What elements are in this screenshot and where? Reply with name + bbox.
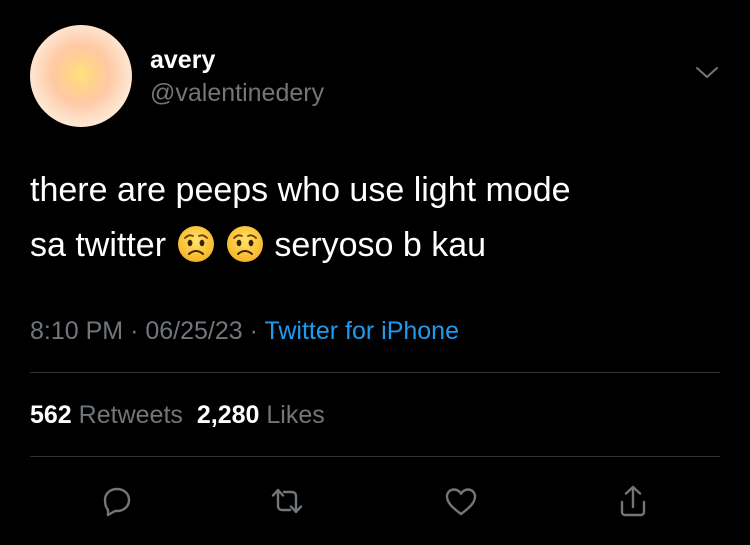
like-icon bbox=[445, 488, 477, 516]
worried-face-emoji bbox=[177, 226, 214, 263]
divider bbox=[30, 372, 720, 373]
tweet-meta: 8:10 PM · 06/25/23 · Twitter for iPhone bbox=[30, 314, 459, 348]
likes-label: Likes bbox=[266, 401, 325, 429]
share-icon bbox=[620, 485, 646, 517]
tweet-stats: 562 Retweets 2,280 Likes bbox=[30, 398, 325, 432]
tweet-line-2: sa twitter seryoso b kau bbox=[30, 218, 720, 273]
tweet-line-1: there are peeps who use light mode bbox=[30, 171, 571, 209]
divider bbox=[30, 456, 720, 457]
meta-separator: · bbox=[130, 317, 139, 345]
likes-count: 2,280 bbox=[196, 401, 260, 429]
worried-face-emoji bbox=[226, 226, 263, 263]
reply-icon bbox=[103, 487, 131, 517]
tweet-source-link[interactable]: Twitter for iPhone bbox=[264, 317, 459, 345]
reply-button[interactable] bbox=[94, 478, 140, 524]
likes-stat[interactable]: 2,280 Likes bbox=[197, 401, 325, 429]
display-name[interactable]: avery bbox=[150, 45, 324, 75]
retweets-stat[interactable]: 562 Retweets bbox=[30, 401, 183, 429]
tweet-actions bbox=[30, 478, 720, 524]
user-names: avery @valentinedery bbox=[150, 45, 324, 109]
avatar[interactable] bbox=[30, 25, 132, 127]
tweet-text: there are peeps who use light mode sa tw… bbox=[30, 163, 720, 273]
tweet-header: avery @valentinedery bbox=[30, 25, 720, 129]
like-button[interactable] bbox=[438, 478, 484, 524]
meta-separator: · bbox=[249, 317, 258, 345]
retweets-label: Retweets bbox=[78, 401, 183, 429]
retweets-count: 562 bbox=[30, 401, 72, 429]
tweet-time[interactable]: 8:10 PM bbox=[30, 317, 123, 345]
tweet-date[interactable]: 06/25/23 bbox=[145, 317, 242, 345]
user-handle[interactable]: @valentinedery bbox=[150, 77, 324, 109]
tweet-line-2-start: sa twitter bbox=[30, 226, 167, 264]
retweet-icon bbox=[271, 488, 303, 514]
chevron-down-icon[interactable] bbox=[694, 63, 720, 83]
share-button[interactable] bbox=[610, 478, 656, 524]
retweet-button[interactable] bbox=[264, 478, 310, 524]
tweet-line-2-end: seryoso b kau bbox=[274, 226, 487, 264]
